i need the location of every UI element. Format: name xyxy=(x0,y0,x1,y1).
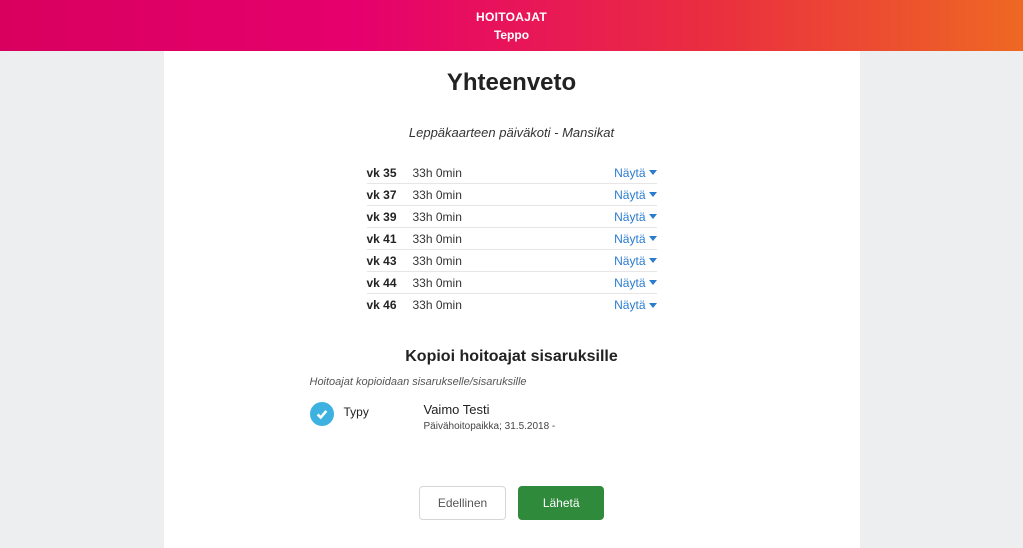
week-label: vk 44 xyxy=(367,276,413,290)
week-time: 33h 0min xyxy=(413,188,615,202)
week-time: 33h 0min xyxy=(413,298,615,312)
copy-section-help: Hoitoajat kopioidaan sisarukselle/sisaru… xyxy=(310,376,714,388)
chevron-down-icon xyxy=(649,170,657,175)
chevron-down-icon xyxy=(649,280,657,285)
show-label: Näytä xyxy=(614,166,645,180)
week-row: vk 4333h 0minNäytä xyxy=(367,250,657,272)
week-label: vk 37 xyxy=(367,188,413,202)
chevron-down-icon xyxy=(649,214,657,219)
weeks-table: vk 3533h 0minNäytävk 3733h 0minNäytävk 3… xyxy=(367,162,657,334)
show-week-toggle[interactable]: Näytä xyxy=(614,276,656,290)
action-bar: Edellinen Lähetä xyxy=(310,486,714,520)
show-week-toggle[interactable]: Näytä xyxy=(614,210,656,224)
copy-section-title: Kopioi hoitoajat sisaruksille xyxy=(310,348,714,366)
week-row: vk 3733h 0minNäytä xyxy=(367,184,657,206)
show-label: Näytä xyxy=(614,232,645,246)
sibling-nickname: Typy xyxy=(344,402,414,419)
check-icon[interactable] xyxy=(310,402,334,426)
show-label: Näytä xyxy=(614,254,645,268)
week-label: vk 41 xyxy=(367,232,413,246)
summary-card: Yhteenveto Leppäkaarteen päiväkoti - Man… xyxy=(164,51,860,548)
header-title: HOITOAJAT xyxy=(0,10,1023,24)
week-time: 33h 0min xyxy=(413,210,615,224)
week-row: vk 4633h 0minNäytä xyxy=(367,294,657,316)
week-row: vk 3933h 0minNäytä xyxy=(367,206,657,228)
location-subtitle: Leppäkaarteen päiväkoti - Mansikat xyxy=(310,125,714,140)
show-week-toggle[interactable]: Näytä xyxy=(614,298,656,312)
show-label: Näytä xyxy=(614,298,645,312)
app-header: HOITOAJAT Teppo xyxy=(0,0,1023,51)
sibling-details: Vaimo Testi Päivähoitopaikka; 31.5.2018 … xyxy=(424,402,556,432)
page-title: Yhteenveto xyxy=(310,69,714,97)
sibling-place: Päivähoitopaikka; 31.5.2018 - xyxy=(424,421,556,432)
previous-button[interactable]: Edellinen xyxy=(419,486,506,520)
week-row: vk 4433h 0minNäytä xyxy=(367,272,657,294)
show-week-toggle[interactable]: Näytä xyxy=(614,188,656,202)
chevron-down-icon xyxy=(649,236,657,241)
sibling-fullname: Vaimo Testi xyxy=(424,402,556,417)
week-row: vk 3533h 0minNäytä xyxy=(367,162,657,184)
show-label: Näytä xyxy=(614,210,645,224)
show-week-toggle[interactable]: Näytä xyxy=(614,232,656,246)
show-week-toggle[interactable]: Näytä xyxy=(614,254,656,268)
week-label: vk 43 xyxy=(367,254,413,268)
show-label: Näytä xyxy=(614,188,645,202)
chevron-down-icon xyxy=(649,303,657,308)
week-label: vk 46 xyxy=(367,298,413,312)
week-time: 33h 0min xyxy=(413,232,615,246)
chevron-down-icon xyxy=(649,192,657,197)
header-child-name: Teppo xyxy=(0,28,1023,42)
sibling-row[interactable]: Typy Vaimo Testi Päivähoitopaikka; 31.5.… xyxy=(310,402,714,432)
week-time: 33h 0min xyxy=(413,276,615,290)
week-row: vk 4133h 0minNäytä xyxy=(367,228,657,250)
week-label: vk 35 xyxy=(367,166,413,180)
show-week-toggle[interactable]: Näytä xyxy=(614,166,656,180)
chevron-down-icon xyxy=(649,258,657,263)
send-button[interactable]: Lähetä xyxy=(518,486,604,520)
show-label: Näytä xyxy=(614,276,645,290)
week-time: 33h 0min xyxy=(413,166,615,180)
week-label: vk 39 xyxy=(367,210,413,224)
week-time: 33h 0min xyxy=(413,254,615,268)
